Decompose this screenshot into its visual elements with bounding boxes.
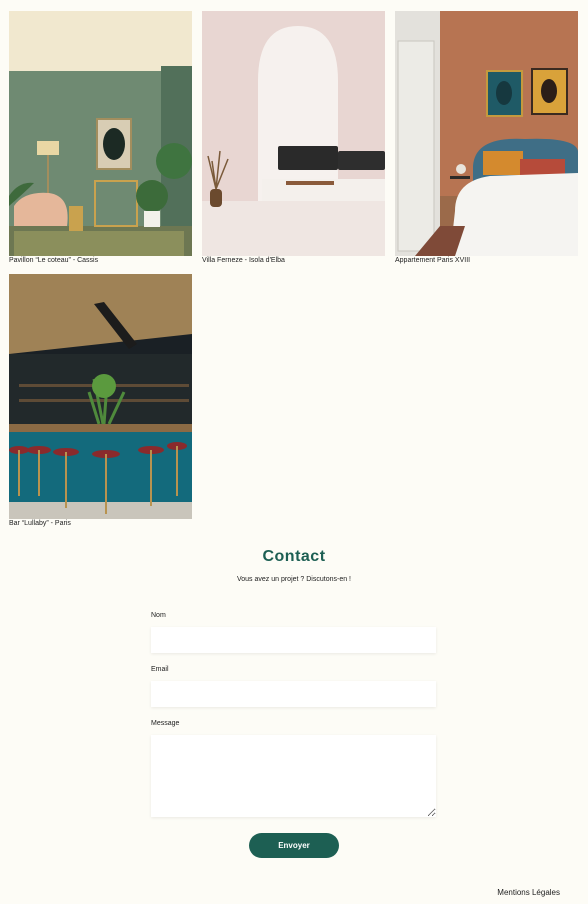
green-living-room-photo xyxy=(9,11,192,256)
name-label: Nom xyxy=(151,612,166,619)
contact-subtitle: Vous avez un projet ? Discutons-en ! xyxy=(236,576,351,583)
project-card-cassis[interactable]: Pavillon “Le coteau” - Cassis xyxy=(9,11,192,264)
project-card-paris-xviii[interactable]: Appartement Paris XVIII xyxy=(395,11,578,264)
white-arch-lounge-photo xyxy=(202,11,385,256)
message-textarea[interactable] xyxy=(151,735,436,817)
send-button[interactable]: Envoyer xyxy=(249,833,339,858)
project-caption: Appartement Paris XVIII xyxy=(395,257,471,264)
project-card-elba[interactable]: Villa Ferneze - Isola d'Elba xyxy=(202,11,385,264)
project-caption: Pavillon “Le coteau” - Cassis xyxy=(9,257,99,264)
email-input[interactable] xyxy=(151,681,436,707)
terracotta-bedroom-photo xyxy=(395,11,578,256)
legal-notice-link[interactable]: Mentions Légales xyxy=(497,888,560,897)
email-label: Email xyxy=(151,666,169,673)
name-input[interactable] xyxy=(151,627,436,653)
message-label: Message xyxy=(151,720,180,727)
project-gallery: Pavillon “Le coteau” - Cassis Villa Fern… xyxy=(0,0,588,540)
teal-bar-photo xyxy=(9,274,192,519)
contact-title: Contact xyxy=(262,548,326,565)
project-caption: Bar “Lullaby” - Paris xyxy=(9,520,71,527)
project-caption: Villa Ferneze - Isola d'Elba xyxy=(202,257,285,264)
project-card-lullaby[interactable]: Bar “Lullaby” - Paris xyxy=(9,274,192,527)
